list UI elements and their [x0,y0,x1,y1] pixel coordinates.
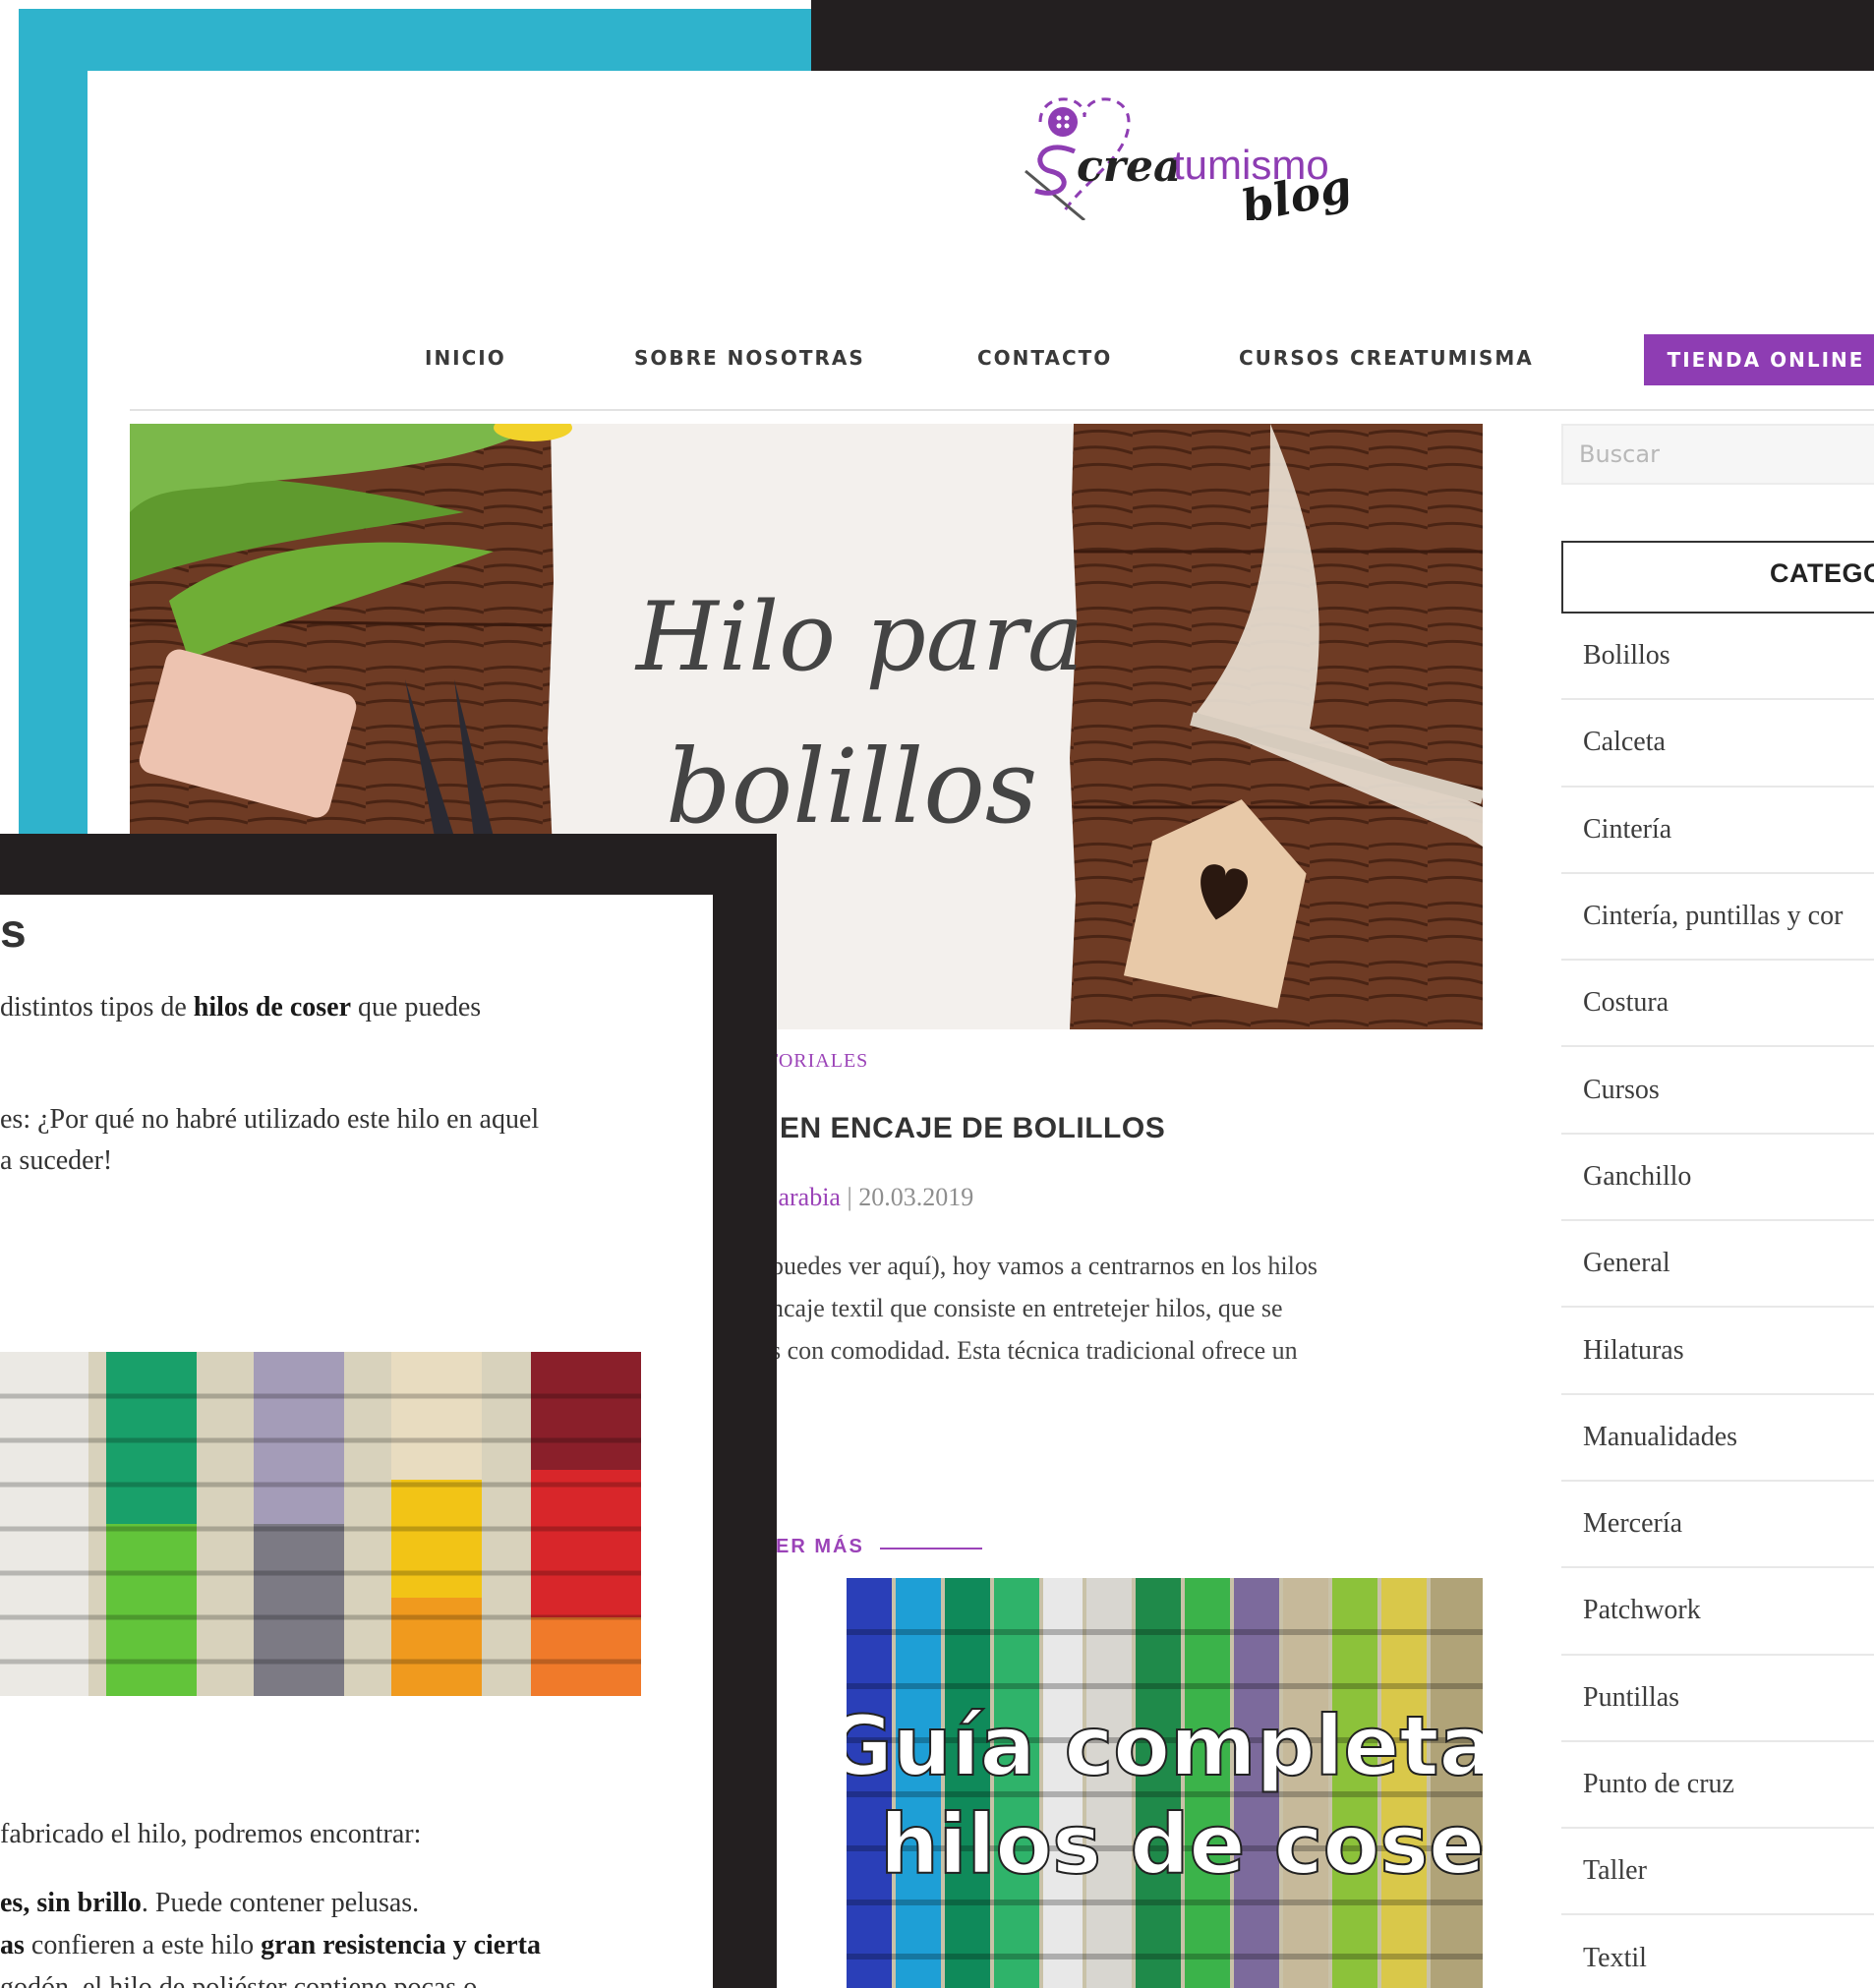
article-bold-text: es, sin brillo [0,1888,142,1918]
post-excerpt-line: puedes ver aquí), hoy vamos a centrarnos… [771,1252,1318,1280]
article-list-item-2: as confieren a este hilo gran resistenci… [0,1925,541,1966]
article-text: distintos tipos de [0,992,194,1023]
article-paragraph-2: es: ¿Por qué no habré utilizado este hil… [0,1099,539,1182]
article-paragraph-3: fabricado el hilo, podremos encontrar: [0,1819,422,1849]
logo-word-crea: crea [1077,142,1181,192]
category-item[interactable]: Ganchillo [1561,1135,1874,1222]
article-bold-text: gran resistencia y cierta [261,1930,541,1960]
nav-divider [130,409,1874,411]
site-logo[interactable]: crea tumismo blog [947,83,1379,234]
category-item[interactable]: Punto de cruz [1561,1742,1874,1830]
nav-item-cursos[interactable]: CURSOS CREATUMISMA [1239,346,1534,370]
main-navigation: INICIO SOBRE NOSOTRAS CONTACTO CURSOS CR… [88,267,1874,411]
category-item[interactable]: Cursos [1561,1047,1874,1135]
article-text: que puedes [351,992,482,1023]
category-item[interactable]: Costura [1561,961,1874,1048]
category-item[interactable]: Puntillas [1561,1656,1874,1742]
category-item[interactable]: Hilaturas [1561,1308,1874,1395]
article-paragraph-1: distintos tipos de hilos de coser que pu… [0,987,481,1028]
category-item[interactable]: Bolillos [1561,614,1874,701]
post-excerpt: puedes ver aquí), hoy vamos a centrarnos… [771,1245,1318,1372]
second-post-image-text-line1: Guía completa de [847,1698,1483,1794]
article-text: . Puede contener pelusas. [141,1888,420,1918]
second-post-image-text-line2: hilos de coser [880,1796,1483,1893]
categories-heading: CATEGO [1770,558,1874,588]
post-excerpt-line: s con comodidad. Esta técnica tradiciona… [771,1336,1298,1365]
overlay-article-page: s distintos tipos de hilos de coser que … [0,895,713,1988]
article-list-item-3: godón, el hilo de poliéster contiene poc… [0,1972,478,1988]
article-spools-image [0,1352,641,1696]
nav-shop-button[interactable]: TIENDA ONLINE [1644,334,1874,385]
spools-image-graphic: Guía completa de hilos de coser [847,1578,1483,1988]
read-more-link[interactable]: ER MÁS [776,1536,864,1558]
category-item[interactable]: Cintería, puntillas y cor [1561,874,1874,962]
post-meta-separator: | [847,1183,852,1211]
post-category[interactable]: TORIALES [766,1050,868,1073]
nav-item-inicio[interactable]: INICIO [425,346,506,370]
article-text: confieren a este hilo [24,1930,262,1960]
categories-list: Bolillos Calceta Cintería Cintería, punt… [1561,614,1874,1988]
article-text: es: ¿Por qué no habré utilizado este hil… [0,1104,540,1135]
search-input[interactable]: Buscar [1561,424,1874,485]
nav-item-contacto[interactable]: CONTACTO [977,346,1112,370]
category-item[interactable]: General [1561,1221,1874,1309]
category-item[interactable]: Calceta [1561,700,1874,788]
nav-item-sobre-nosotras[interactable]: SOBRE NOSOTRAS [634,346,865,370]
post-date: 20.03.2019 [858,1183,974,1211]
post-meta: Sarabia | 20.03.2019 [764,1183,973,1212]
article-spools-graphic [0,1352,641,1696]
article-text: a suceder! [0,1145,113,1176]
category-item[interactable]: Manualidades [1561,1395,1874,1482]
category-item[interactable]: Textil [1561,1915,1874,1988]
background-frame-dark [811,0,1874,71]
read-more-underline [880,1548,982,1549]
post-excerpt-line: ncaje textil que consiste en entretejer … [771,1294,1283,1322]
article-heading: s [0,906,27,958]
featured-image-text-line2: bolillos [666,727,1037,847]
second-post-image[interactable]: Guía completa de hilos de coser [847,1578,1483,1988]
category-item[interactable]: Mercería [1561,1482,1874,1569]
category-item[interactable]: Cintería [1561,788,1874,874]
article-bold-text: hilos de coser [193,992,352,1023]
category-item[interactable]: Taller [1561,1829,1874,1916]
logo-graphic: crea tumismo blog [1025,97,1356,234]
category-item[interactable]: Patchwork [1561,1568,1874,1656]
article-bold-text: as [0,1930,25,1960]
categories-heading-box: CATEGO [1561,541,1874,614]
featured-image-text-line1: Hilo para [634,582,1083,692]
post-title[interactable]: EN ENCAJE DE BOLILLOS [780,1112,1165,1145]
article-list-item-1: es, sin brillo. Puede contener pelusas. [0,1883,419,1924]
